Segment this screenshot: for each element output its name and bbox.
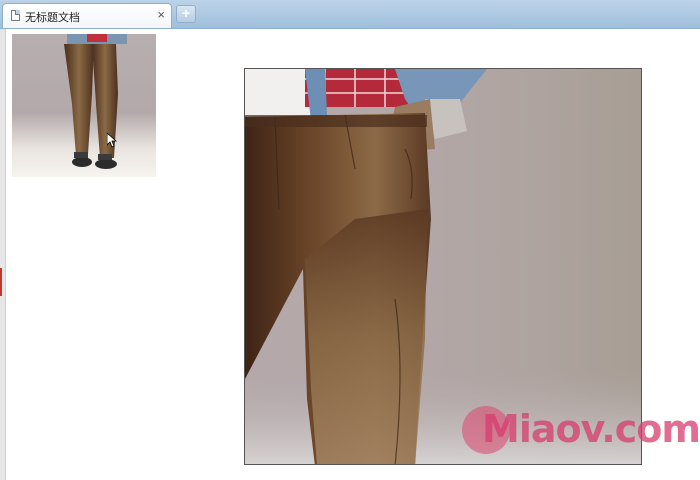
mouse-cursor-icon <box>107 133 117 148</box>
tab-active[interactable]: 无标题文档 × <box>2 3 172 28</box>
product-thumbnail[interactable] <box>12 34 156 177</box>
jeans-thumbnail-image <box>64 34 127 169</box>
tab-close-icon[interactable]: × <box>157 7 165 22</box>
left-sidebar-edge <box>0 29 6 480</box>
new-tab-button[interactable]: + <box>176 5 196 23</box>
browser-tab-bar: 无标题文档 × + <box>0 0 700 29</box>
watermark-text: Miaov.com <box>482 407 700 451</box>
tab-title: 无标题文档 <box>25 11 80 24</box>
left-edge-marker <box>0 268 2 296</box>
document-icon <box>11 10 20 21</box>
watermark: Miaov.com <box>460 403 700 459</box>
